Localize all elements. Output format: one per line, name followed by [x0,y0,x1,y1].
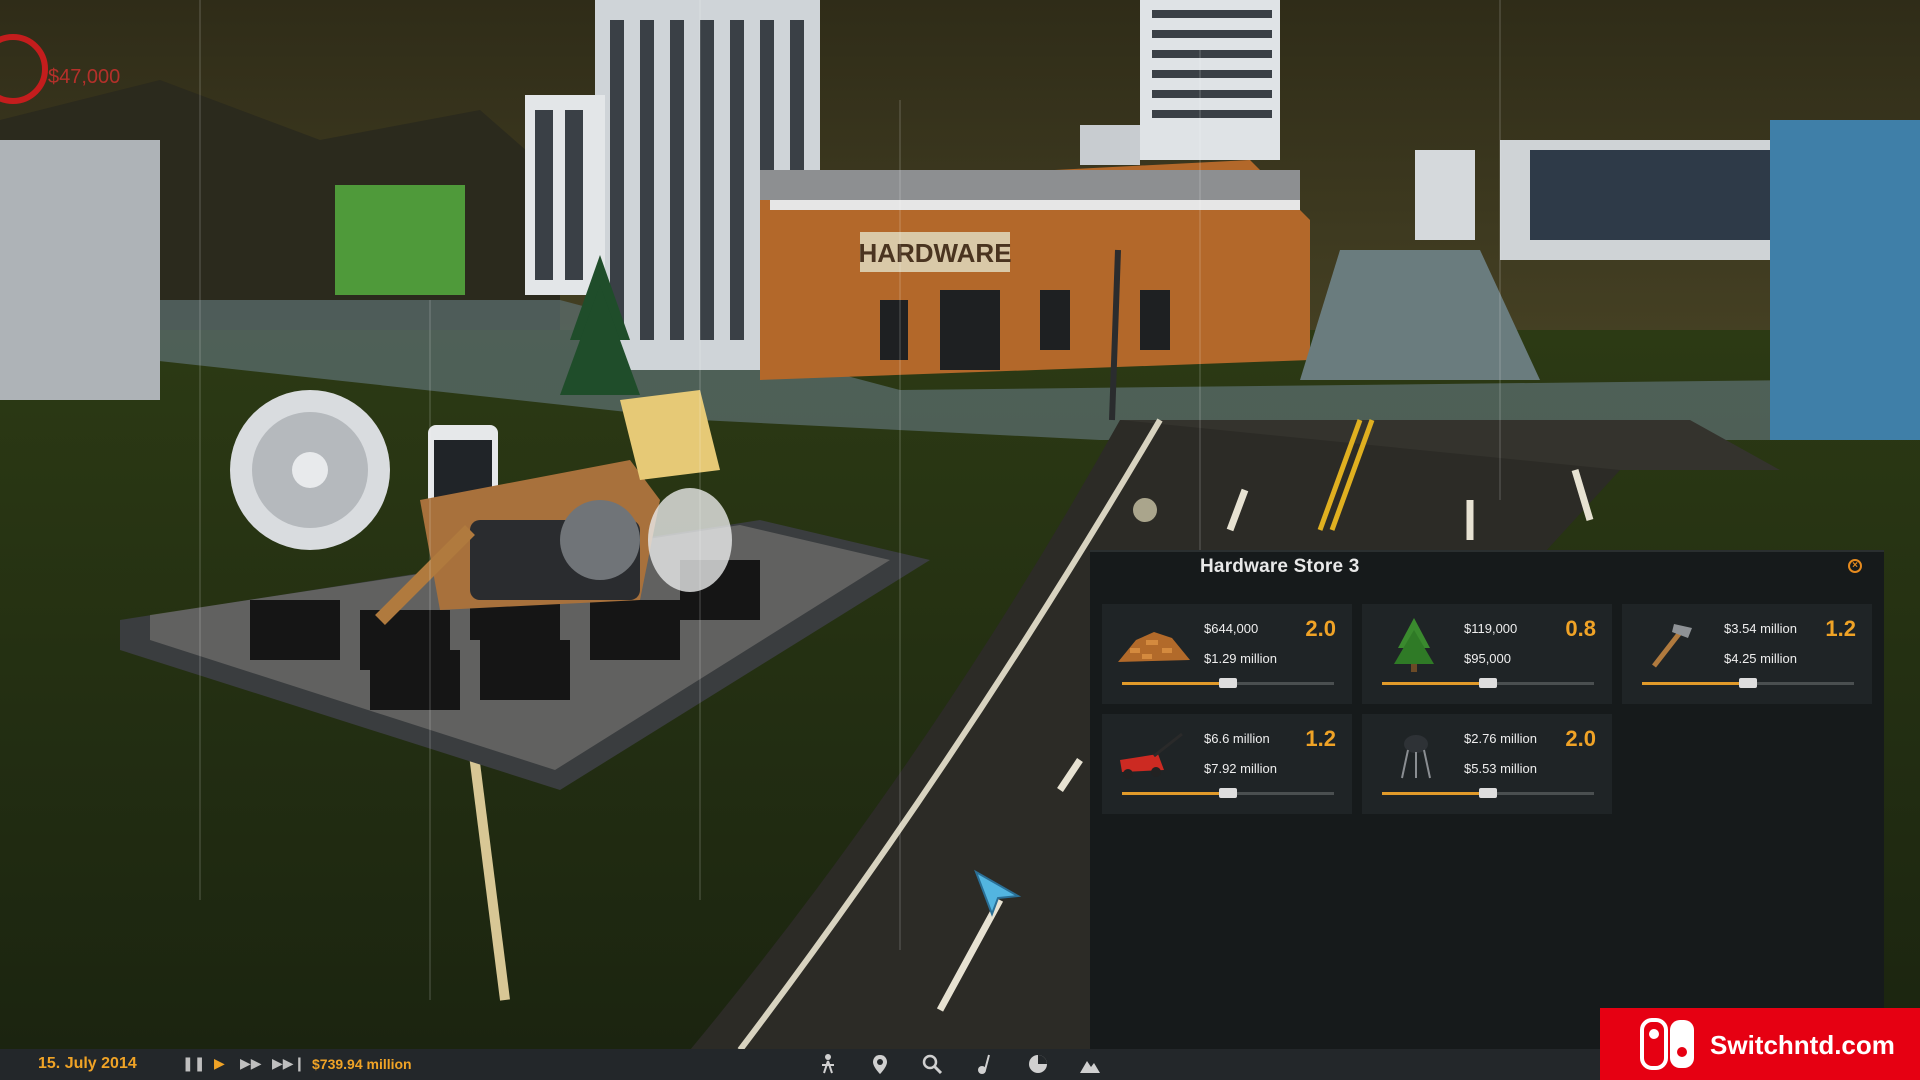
slider-thumb[interactable] [1219,678,1237,688]
mouse-cursor-icon [974,869,1022,917]
slider-thumb[interactable] [1479,678,1497,688]
slider-fill [1382,682,1488,685]
product-price-secondary: $5.53 million [1464,761,1537,776]
product-price-primary: $6.6 million [1204,731,1270,746]
product-price-secondary: $1.29 million [1204,651,1277,666]
pie-chart-icon[interactable] [1026,1053,1050,1075]
product-price-primary: $119,000 [1464,621,1518,636]
tree-sapling-icon [1394,618,1434,672]
product-card-hammer[interactable]: $3.54 million $4.25 million 1.2 [1622,604,1872,704]
music-note-icon[interactable] [974,1053,998,1075]
product-card-lawn-mower[interactable]: $6.6 million $7.92 million 1.2 [1102,714,1352,814]
citizen-icon[interactable] [816,1053,840,1075]
slider-fill [1122,682,1228,685]
price-slider[interactable] [1382,678,1594,688]
product-price-primary: $2.76 million [1464,731,1537,746]
search-icon[interactable] [920,1053,944,1075]
slider-thumb[interactable] [1479,788,1497,798]
slider-thumb[interactable] [1739,678,1757,688]
pause-icon[interactable]: ❚❚ [182,1056,205,1072]
close-icon[interactable]: × [1848,559,1862,573]
terrain-icon[interactable] [1078,1053,1102,1075]
map-pin-icon[interactable] [868,1053,892,1075]
watermark-badge: Switchntd.com [1600,1008,1920,1080]
grill-icon [1401,735,1431,779]
slider-thumb[interactable] [1219,788,1237,798]
price-slider[interactable] [1642,678,1854,688]
switch-logo-icon [1640,1018,1694,1070]
product-card-wood-chips[interactable]: $644,000 $1.29 million 2.0 [1102,604,1352,704]
product-price-secondary: $95,000 [1464,651,1511,666]
floating-cost-label: $47,000 [48,66,121,88]
hardware-building-sign: HARDWARE [858,238,1011,268]
product-price-primary: $3.54 million [1724,621,1797,636]
slider-fill [1642,682,1748,685]
price-slider[interactable] [1122,678,1334,688]
product-multiplier: 2.0 [1305,616,1336,641]
wood-chips-icon [1118,632,1190,662]
slider-fill [1382,792,1488,795]
product-card-grill[interactable]: $2.76 million $5.53 million 2.0 [1362,714,1612,814]
product-price-secondary: $4.25 million [1724,651,1797,666]
hardware-store-panel: Hardware Store 3 × $644,000 $1.29 millio… [1090,550,1884,1050]
treasury-balance: $739.94 million [312,1056,412,1072]
panel-title: Hardware Store 3 [1200,556,1360,577]
product-multiplier: 2.0 [1565,726,1596,751]
play-icon[interactable]: ▶ [214,1056,225,1072]
price-slider[interactable] [1122,788,1334,798]
game-date: 15. July 2014 [38,1055,137,1072]
fastest-forward-icon[interactable]: ▶▶❙ [272,1056,305,1072]
product-multiplier: 1.2 [1825,616,1856,641]
fast-forward-icon[interactable]: ▶▶ [240,1056,262,1072]
product-multiplier: 1.2 [1305,726,1336,751]
product-multiplier: 0.8 [1565,616,1596,641]
watermark-text: Switchntd.com [1710,1030,1895,1060]
price-slider[interactable] [1382,788,1594,798]
slider-fill [1122,792,1228,795]
product-price-primary: $644,000 [1204,621,1259,636]
hammer-icon [1652,624,1692,668]
lawn-mower-icon [1120,732,1183,779]
product-card-tree-sapling[interactable]: $119,000 $95,000 0.8 [1362,604,1612,704]
product-price-secondary: $7.92 million [1204,761,1277,776]
